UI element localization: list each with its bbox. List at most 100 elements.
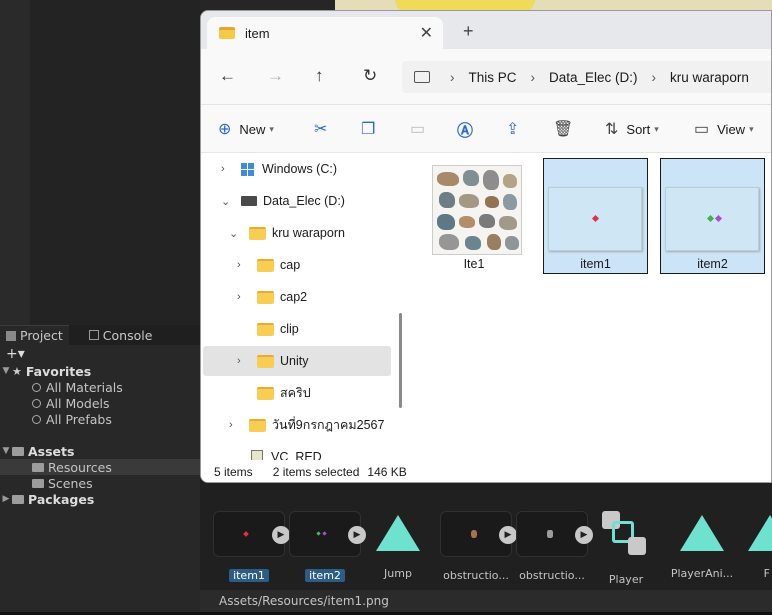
plus-circle-icon: ⊕ [218,121,232,138]
tab-item[interactable]: item ✕ [207,17,443,49]
collapse-arrow-icon[interactable]: ▶ [0,494,12,504]
back-arrow-icon[interactable]: ← [219,66,236,86]
refresh-icon[interactable]: ↻ [363,66,377,86]
cut-button[interactable]: ✂ [314,105,327,153]
rename-button[interactable]: Ⓐ [457,105,473,153]
new-tab-button[interactable]: + [463,21,474,42]
nav-label: cap2 [280,290,308,304]
new-label: New [239,121,266,137]
rock [503,174,517,188]
favorites-label: Favorites [25,363,92,379]
forward-arrow-icon[interactable]: → [267,66,284,86]
breadcrumb-this-pc[interactable]: This PC [469,70,517,85]
selected-asset-path: Assets/Resources/item1.png [219,594,389,608]
up-arrow-icon[interactable]: ↑ [315,66,324,86]
nav-date-folder[interactable]: › วันที่9กรกฎาคม2567 [201,410,401,440]
nav-kru-waraporn[interactable]: ⌄ kru waraporn [201,218,401,248]
sprite-thumbnail: ▶ [516,511,593,557]
chevron-down-icon[interactable]: ⌄ [221,195,230,208]
asset-partial[interactable]: F [740,511,772,580]
expand-arrow-icon[interactable]: ▼ [0,446,12,456]
tree-all-prefabs[interactable]: All Prefabs [0,411,200,427]
nav-cap[interactable]: › cap [201,250,401,280]
file-item2[interactable]: item2 [660,158,765,274]
create-button[interactable]: +▾ [0,345,200,363]
asset-player[interactable]: Player [590,511,662,586]
nav-vc-red[interactable]: VC_RED [201,442,401,460]
folder-icon [257,322,274,336]
folder-icon [219,27,235,39]
sprite-thumbnail: ▶ [289,511,366,557]
tree-scenes[interactable]: Scenes [0,475,200,491]
rock [483,170,499,190]
tree-all-models[interactable]: All Models [0,395,200,411]
rock [505,236,519,250]
new-button[interactable]: ⊕ New ▾ [218,105,274,153]
nav-label: Unity [280,354,309,368]
file-name: item1 [580,257,611,271]
chevron-right-icon[interactable]: › [237,355,241,367]
file-ite1[interactable]: Ite1 [421,158,527,274]
nav-cap2[interactable]: › cap2 [201,282,401,312]
play-icon[interactable]: ▶ [499,526,517,544]
address-bar[interactable]: › This PC › Data_Elec (D:) › kru warapor… [402,61,771,93]
rock [485,196,499,208]
chevron-right-icon[interactable]: › [229,419,233,431]
tree-packages[interactable]: ▶ Packages [0,491,200,507]
breadcrumb-kru-waraporn[interactable]: kru waraporn [670,70,749,85]
paste-button[interactable]: ▭ [410,105,425,153]
chevron-right-icon[interactable]: › [221,163,225,175]
nav-scrollbar[interactable] [399,313,402,408]
star-icon: ★ [12,364,22,378]
item-count: 5 items [214,465,253,479]
play-icon[interactable]: ▶ [272,526,290,544]
chevron-down-icon[interactable]: ⌄ [229,227,238,240]
copy-button[interactable]: ❐ [361,105,375,153]
delete-button[interactable]: 🗑︎ [553,105,573,153]
packages-label: Packages [28,491,95,507]
nav-unity[interactable]: › Unity [203,346,391,376]
rock [463,170,479,186]
asset-item2[interactable]: ▶ item2 [289,511,366,586]
file-item1[interactable]: item1 [543,158,648,274]
sort-button[interactable]: ⇅ Sort ▾ [605,105,659,153]
breadcrumb-data-elec[interactable]: Data_Elec (D:) [549,70,638,85]
tree-favorites[interactable]: ▼ ★ Favorites [0,363,200,379]
rock [459,216,475,228]
file-explorer-window: item ✕ + ← → ↑ ↻ › This PC › Data_Elec (… [200,10,772,483]
nav-clip[interactable]: clip [201,314,401,344]
chevron-down-icon: ▾ [749,123,754,134]
left-strip [0,0,30,325]
share-button[interactable]: ⇪ [506,105,519,153]
asset-obstruction-1[interactable]: ▶ obstructio... [440,511,517,582]
command-bar: ⊕ New ▾ ✂ ❐ ▭ Ⓐ ⇪ 🗑︎ ⇅ Sort ▾ ▭ View ▾ [201,105,771,153]
tab-console[interactable]: Console [83,325,159,345]
nav-label: cap [280,258,301,272]
nav-windows-c[interactable]: › Windows (C:) [201,154,401,184]
resources-label: Resources [48,459,112,475]
asset-obstruction-2[interactable]: ▶ obstructio... [516,511,593,582]
tree-resources[interactable]: Resources [0,459,200,475]
asset-jump[interactable]: Jump [362,511,434,580]
search-icon [32,382,41,392]
rock [439,234,459,250]
unity-hierarchy-area [0,0,200,325]
chevron-right-icon[interactable]: › [237,291,241,303]
asset-item1[interactable]: ▶ item1 [213,511,290,586]
assets-label: Assets [28,443,75,459]
nav-script[interactable]: สคริป [201,378,401,408]
view-button[interactable]: ▭ View ▾ [694,105,754,153]
file-name: item2 [697,257,728,271]
chevron-right-icon[interactable]: › [237,259,241,271]
green-purple-gem-thumbnail [665,187,759,251]
tab-project[interactable]: Project [0,325,69,345]
red-gem-icon [591,214,600,223]
asset-playeranimation[interactable]: PlayerAni... [666,511,738,580]
close-tab-icon[interactable]: ✕ [420,23,433,43]
sort-icon: ⇅ [605,121,619,138]
trash-icon: 🗑︎ [553,121,574,138]
expand-arrow-icon[interactable]: ▼ [0,366,12,376]
tree-all-materials[interactable]: All Materials [0,379,200,395]
tree-assets[interactable]: ▼ Assets [0,443,200,459]
nav-data-elec[interactable]: ⌄ Data_Elec (D:) [201,186,401,216]
